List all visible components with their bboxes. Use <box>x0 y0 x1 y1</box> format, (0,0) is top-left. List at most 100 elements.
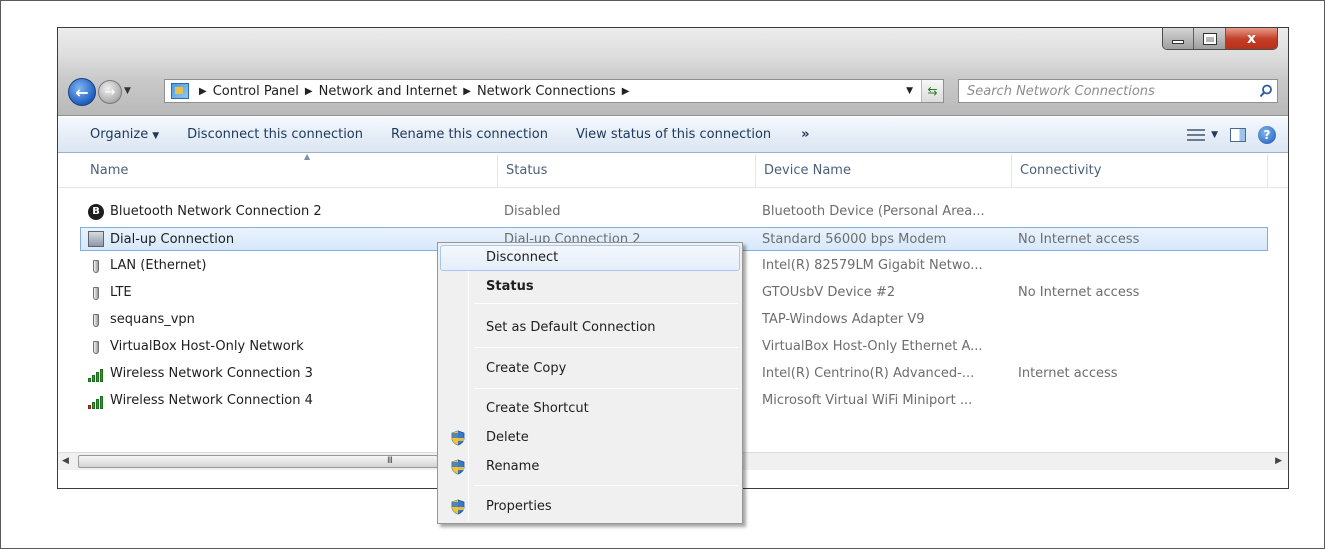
address-history-dropdown-icon[interactable]: ▼ <box>906 86 913 96</box>
uac-shield-icon <box>451 430 465 446</box>
menu-item-rename[interactable]: Rename <box>440 454 740 480</box>
search-input[interactable]: Search Network Connections <box>959 84 1255 99</box>
uac-shield-icon <box>451 499 465 515</box>
breadcrumb-separator-icon[interactable]: ▶ <box>199 86 207 97</box>
menu-item-properties-label: Properties <box>486 499 552 514</box>
breadcrumb-network-connections[interactable]: Network Connections <box>477 84 616 99</box>
chevron-down-icon: ▼ <box>152 131 160 141</box>
connection-device: GTOUsbV Device #2 <box>762 285 896 300</box>
connection-device: Intel(R) Centrino(R) Advanced-... <box>762 366 975 381</box>
connection-device: Microsoft Virtual WiFi Miniport ... <box>762 393 973 408</box>
column-header-name[interactable]: Name ▲ <box>82 152 498 188</box>
forward-button[interactable]: → <box>98 80 122 104</box>
chevron-down-icon: ▼ <box>1211 130 1218 140</box>
connection-device: TAP-Windows Adapter V9 <box>762 312 925 327</box>
column-header-connectivity[interactable]: Connectivity <box>1012 154 1268 188</box>
column-status-label: Status <box>506 163 548 178</box>
breadcrumb-control-panel[interactable]: Control Panel <box>213 84 299 99</box>
bluetooth-icon: B <box>88 204 104 220</box>
ethernet-plug-icon <box>88 339 104 355</box>
maximize-button[interactable] <box>1194 28 1226 49</box>
column-headers: Name ▲ Status Device Name Connectivity <box>58 152 1288 188</box>
view-status-button[interactable]: View status of this connection <box>562 127 785 142</box>
menu-item-set-default-connection[interactable]: Set as Default Connection <box>440 315 740 341</box>
breadcrumb-network-and-internet[interactable]: Network and Internet <box>319 84 458 99</box>
connection-status: Disabled <box>504 204 561 219</box>
column-device-label: Device Name <box>764 163 851 178</box>
disconnect-connection-button[interactable]: Disconnect this connection <box>173 127 377 142</box>
menu-item-rename-label: Rename <box>486 459 540 474</box>
connection-name: Wireless Network Connection 3 <box>110 366 313 381</box>
breadcrumb: ▶ Control Panel ▶ Network and Internet ▶… <box>193 84 635 99</box>
ethernet-plug-icon <box>88 285 104 301</box>
menu-item-disconnect[interactable]: Disconnect <box>440 245 740 271</box>
close-icon: x <box>1246 31 1256 47</box>
connection-device: Intel(R) 82579LM Gigabit Netwo... <box>762 258 983 273</box>
minimize-button[interactable] <box>1163 28 1195 49</box>
column-header-device-name[interactable]: Device Name <box>756 154 1012 188</box>
uac-shield-icon <box>451 459 465 475</box>
menu-item-properties[interactable]: Properties <box>440 494 740 520</box>
address-bar[interactable]: ▶ Control Panel ▶ Network and Internet ▶… <box>164 79 944 103</box>
close-button[interactable]: x <box>1225 28 1277 49</box>
menu-separator <box>474 303 738 304</box>
screenshot-frame: x ← → ▼ ▶ Control Panel ▶ Network and In… <box>0 0 1325 549</box>
ethernet-plug-icon <box>88 312 104 328</box>
search-box[interactable]: Search Network Connections <box>958 79 1278 103</box>
connection-connectivity: No Internet access <box>1018 285 1140 300</box>
navigation-row: ← → ▼ ▶ Control Panel ▶ Network and Inte… <box>68 78 1280 106</box>
view-controls: ▼ ? <box>1187 123 1276 147</box>
column-name-label: Name <box>90 163 129 178</box>
list-item[interactable]: B Bluetooth Network Connection 2 Disable… <box>58 200 1268 224</box>
menu-separator <box>474 485 738 486</box>
sort-ascending-icon: ▲ <box>304 152 311 161</box>
caption-buttons: x <box>1162 28 1278 50</box>
change-view-button[interactable]: ▼ <box>1187 128 1218 142</box>
forward-arrow-icon: → <box>104 84 116 100</box>
address-bar-controls: ▼ ⇆ <box>906 80 943 102</box>
organize-menu[interactable]: Organize ▼ <box>58 127 173 142</box>
rename-connection-button[interactable]: Rename this connection <box>377 127 562 142</box>
breadcrumb-separator-icon[interactable]: ▶ <box>463 86 471 97</box>
modem-icon <box>88 231 104 247</box>
connection-name: Bluetooth Network Connection 2 <box>110 204 322 219</box>
menu-separator <box>474 347 738 348</box>
ethernet-plug-icon <box>88 258 104 274</box>
connection-name: sequans_vpn <box>110 312 195 327</box>
back-button[interactable]: ← <box>68 78 96 106</box>
breadcrumb-separator-icon[interactable]: ▶ <box>305 86 313 97</box>
scroll-left-arrow-icon[interactable]: ◀ <box>62 456 69 466</box>
minimize-icon <box>1172 40 1185 44</box>
menu-separator <box>474 388 738 389</box>
wifi-signal-disconnected-icon <box>88 393 104 409</box>
menu-item-delete[interactable]: Delete <box>440 425 740 451</box>
column-connectivity-label: Connectivity <box>1020 163 1102 178</box>
preview-pane-icon[interactable] <box>1230 128 1246 142</box>
connection-device: Standard 56000 bps Modem <box>762 232 947 247</box>
connection-connectivity: No Internet access <box>1018 232 1140 247</box>
context-menu: Disconnect Status Set as Default Connect… <box>437 242 743 524</box>
refresh-icon: ⇆ <box>927 84 938 98</box>
control-panel-icon <box>171 83 189 99</box>
connection-name: VirtualBox Host-Only Network <box>110 339 304 354</box>
connection-name: Dial-up Connection <box>110 232 235 247</box>
menu-item-delete-label: Delete <box>486 430 529 445</box>
scrollbar-thumb[interactable]: III <box>78 455 438 468</box>
recent-pages-dropdown[interactable]: ▼ <box>124 86 131 96</box>
connection-device: Bluetooth Device (Personal Area... <box>762 204 985 219</box>
more-commands-button[interactable]: » <box>785 127 825 142</box>
scroll-right-arrow-icon[interactable]: ▶ <box>1275 456 1282 466</box>
connection-connectivity <box>1018 200 1258 224</box>
connection-connectivity: Internet access <box>1018 366 1118 381</box>
menu-item-status[interactable]: Status <box>440 274 740 300</box>
menu-item-create-copy[interactable]: Create Copy <box>440 356 740 382</box>
wifi-signal-icon <box>88 366 104 382</box>
menu-item-create-shortcut[interactable]: Create Shortcut <box>440 396 740 422</box>
breadcrumb-separator-icon[interactable]: ▶ <box>622 86 630 97</box>
search-icon[interactable] <box>1255 80 1277 102</box>
scrollbar-grip: III <box>387 456 393 466</box>
refresh-button[interactable]: ⇆ <box>921 80 943 102</box>
help-icon[interactable]: ? <box>1258 126 1276 144</box>
command-bar: Organize ▼ Disconnect this connection Ren… <box>58 117 1288 153</box>
column-header-status[interactable]: Status <box>498 154 756 188</box>
